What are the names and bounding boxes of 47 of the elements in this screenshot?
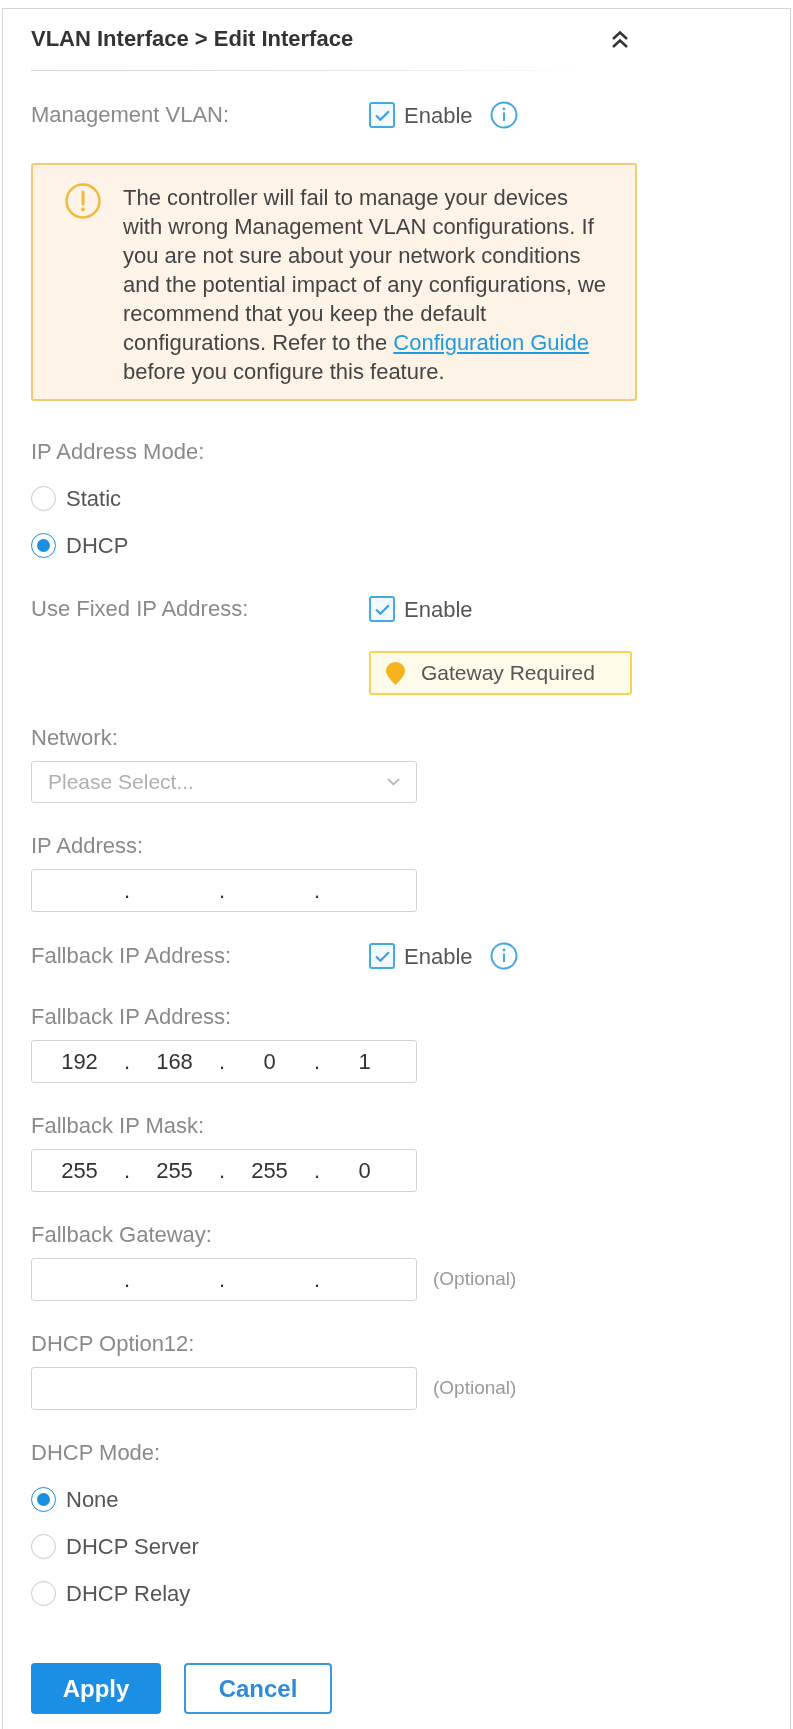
checkbox-label: Enable: [404, 101, 473, 130]
field-label: DHCP Option12:: [31, 1331, 195, 1357]
ip-address-field[interactable]: . . .: [31, 869, 417, 912]
radio-button[interactable]: [31, 1533, 56, 1559]
checkmark-icon: [374, 603, 390, 615]
ip-address-field[interactable]: 192 . 168 . 0 . 1: [31, 1040, 417, 1083]
field-label: Use Fixed IP Address:: [31, 596, 249, 622]
optional-note: (Optional): [433, 1376, 517, 1401]
radio-button[interactable]: [31, 485, 56, 511]
checkbox-label: Enable: [404, 595, 473, 624]
checkmark-icon: [374, 109, 390, 121]
option-label: DHCP: [66, 531, 129, 560]
input-field[interactable]: [31, 1367, 417, 1410]
field-label: Fallback Gateway:: [31, 1222, 212, 1248]
pin-icon: [386, 661, 405, 685]
warning-text: The controller will fail to manage your devices with wrong Management VLAN configurations. If you are not sure about your network conditions and the potential impact of any configurations, we recommend that you keep the default configurations. Refer to the Configuration Guide before you configure this feature.: [123, 184, 608, 386]
field-label: Fallback IP Address:: [31, 1004, 232, 1030]
checkbox[interactable]: [369, 943, 395, 969]
checkbox[interactable]: [369, 102, 395, 128]
field-label: Network:: [31, 725, 118, 751]
field-label: Management VLAN:: [31, 102, 230, 128]
option-label: DHCP Server: [66, 1532, 199, 1561]
option-label: None: [66, 1485, 119, 1514]
warning-icon: [65, 183, 101, 219]
ip-address-field[interactable]: 255 . 255 . 255 . 0: [31, 1149, 417, 1192]
collapse-icon[interactable]: [611, 29, 629, 49]
radio-button[interactable]: [31, 1580, 56, 1606]
field-label: IP Address:: [31, 833, 144, 859]
chevron-down-icon: [387, 778, 400, 786]
field-label: IP Address Mode:: [31, 439, 205, 465]
checkmark-icon: [374, 950, 390, 962]
radio-button[interactable]: [31, 1486, 56, 1512]
field-label: DHCP Mode:: [31, 1440, 161, 1466]
info-icon[interactable]: [489, 942, 518, 970]
cancel-button[interactable]: Cancel: [184, 1663, 332, 1714]
checkbox-label: Enable: [404, 942, 473, 971]
field-label: Fallback IP Mask:: [31, 1113, 205, 1139]
option-label: DHCP Relay: [66, 1579, 191, 1608]
optional-note: (Optional): [433, 1267, 517, 1292]
panel-title: VLAN Interface > Edit Interface: [31, 25, 354, 53]
radio-button[interactable]: [31, 532, 56, 558]
option-label: Static: [66, 484, 122, 513]
checkbox[interactable]: [369, 596, 395, 622]
field-label: Fallback IP Address:: [31, 943, 232, 969]
hint-text: Gateway Required: [421, 660, 595, 687]
ip-address-field[interactable]: . . .: [31, 1258, 417, 1301]
info-icon[interactable]: [489, 101, 518, 129]
